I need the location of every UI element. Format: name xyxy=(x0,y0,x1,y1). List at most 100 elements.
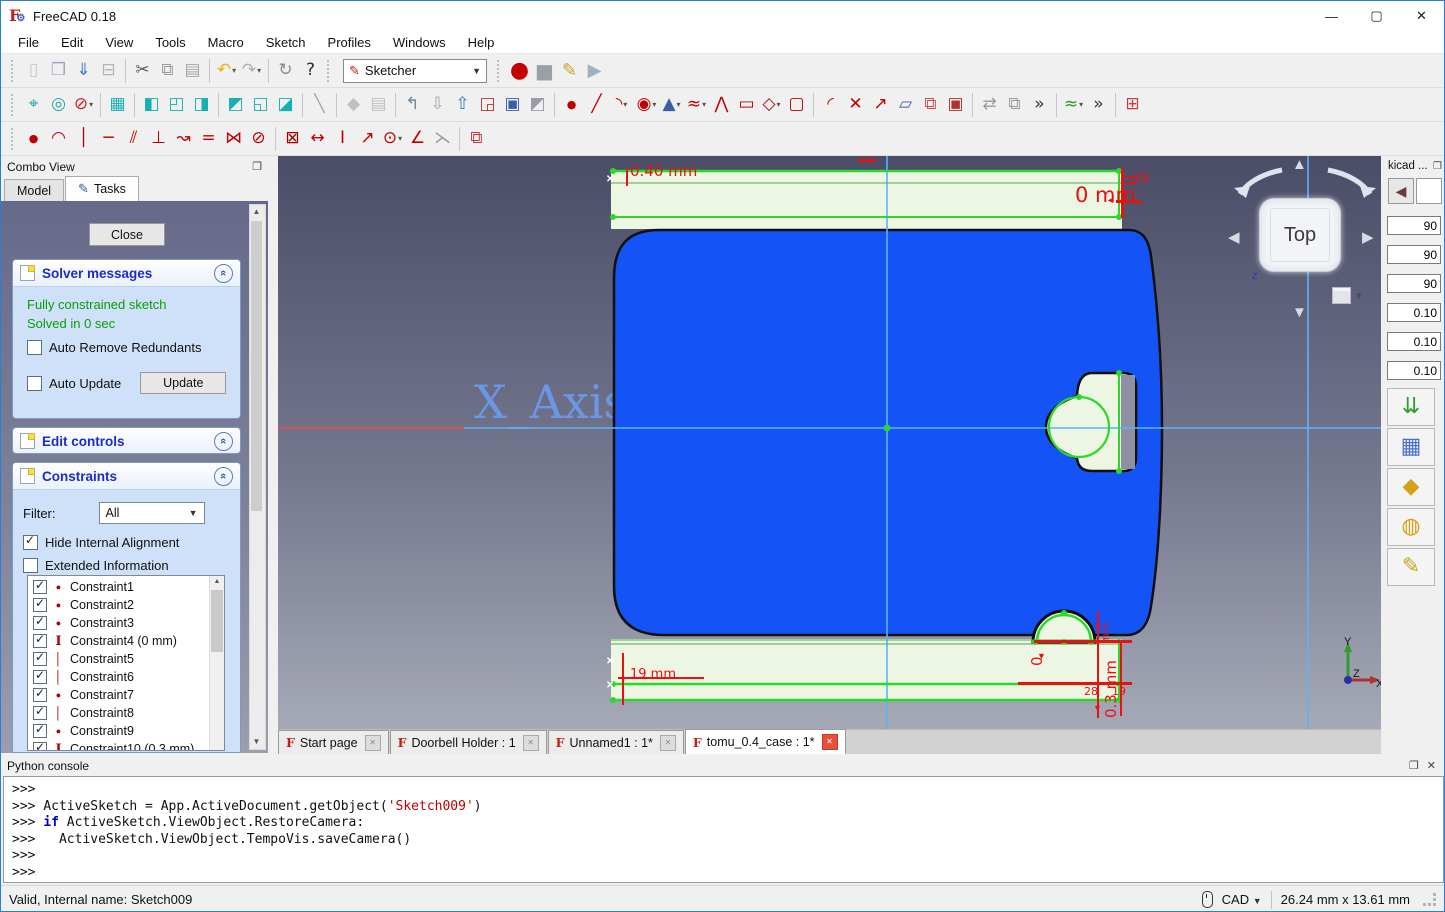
constraint-checkbox[interactable] xyxy=(33,634,47,648)
auto-remove-redundants-checkbox[interactable] xyxy=(27,340,42,355)
scrollbar-thumb[interactable] xyxy=(211,590,223,652)
toolbar-grip[interactable] xyxy=(11,128,17,150)
close-window-button[interactable]: ✕ xyxy=(1399,1,1444,31)
open-file-icon[interactable]: ❒ xyxy=(46,58,71,84)
constrain-horizontal-distance-icon[interactable]: ↔ xyxy=(305,126,330,152)
collapse-icon[interactable]: « xyxy=(214,432,233,451)
menu-tools[interactable]: Tools xyxy=(144,33,196,52)
redo-icon[interactable]: ↷▾ xyxy=(239,58,264,84)
kicad-field-6[interactable] xyxy=(1387,361,1441,380)
save-file-icon[interactable]: ⇓ xyxy=(71,58,96,84)
export-step-icon[interactable]: ◍ xyxy=(1387,508,1435,546)
collapse-icon[interactable]: « xyxy=(214,264,233,283)
view-top-icon[interactable]: ◰ xyxy=(164,92,189,118)
kicad-field-4[interactable] xyxy=(1387,303,1441,322)
view-left-icon[interactable]: ◪ xyxy=(273,92,298,118)
float-panel-icon[interactable]: ❐ xyxy=(1409,759,1419,772)
zoom-selection-icon[interactable]: ◎ xyxy=(46,92,71,118)
dimension-label[interactable]: 0.40 mm xyxy=(630,164,697,179)
view-rear-icon[interactable]: ◩ xyxy=(223,92,248,118)
constraint-item[interactable]: │Constraint5 xyxy=(28,650,210,668)
export-sketch-icon[interactable]: ⇧ xyxy=(450,92,475,118)
menu-file[interactable]: File xyxy=(7,33,50,52)
rotate-right-icon[interactable]: ▶ xyxy=(1362,228,1374,246)
kicad-field-3[interactable] xyxy=(1387,274,1441,293)
menu-sketch[interactable]: Sketch xyxy=(255,33,317,52)
whats-this-icon[interactable]: ? xyxy=(298,58,323,84)
constraint-item[interactable]: IConstraint4 (0 mm) xyxy=(28,632,210,650)
constraint-item[interactable]: │Constraint6 xyxy=(28,668,210,686)
constraint-item[interactable]: ●Constraint9 xyxy=(28,722,210,740)
menu-profiles[interactable]: Profiles xyxy=(317,33,382,52)
toolbar-grip[interactable] xyxy=(327,60,333,82)
solver-messages-header[interactable]: Solver messages « xyxy=(13,260,240,287)
macro-stop-icon[interactable]: ■ xyxy=(532,58,557,84)
macro-play-icon[interactable]: ▶ xyxy=(582,58,607,84)
menu-windows[interactable]: Windows xyxy=(382,33,457,52)
sketcher-tools-overflow-icon[interactable]: » xyxy=(1027,92,1052,118)
constrain-radius-icon[interactable]: ⊙▾ xyxy=(380,126,405,152)
constrain-symmetric-icon[interactable]: ⋈ xyxy=(221,126,246,152)
hide-internal-alignment-checkbox[interactable] xyxy=(23,535,38,550)
scrollbar-thumb[interactable] xyxy=(251,221,262,511)
load-3d-model-icon[interactable]: ▦ xyxy=(1387,428,1435,466)
constraint-checkbox[interactable] xyxy=(33,706,47,720)
kicad-back-button[interactable]: ◀ xyxy=(1388,178,1414,204)
document-tab-unnamed1-1[interactable]: FUnnamed1 : 1*✕ xyxy=(548,730,684,754)
collapse-icon[interactable]: « xyxy=(214,467,233,486)
edit-settings-icon[interactable]: ✎ xyxy=(1387,548,1435,586)
view-isometric-icon[interactable]: ▦ xyxy=(105,92,130,118)
constraint-checkbox[interactable] xyxy=(33,580,47,594)
x-axis-datum-label[interactable]: X_Axis xyxy=(474,375,627,429)
create-part-icon[interactable]: ◆ xyxy=(341,92,366,118)
clone-icon[interactable]: ⧉ xyxy=(1002,92,1027,118)
minimize-button[interactable]: — xyxy=(1309,1,1354,31)
constrain-vertical-distance-icon[interactable]: I xyxy=(330,126,355,152)
nav-style-selector[interactable]: CAD ▼ xyxy=(1222,892,1262,907)
constrain-coincident-icon[interactable]: ● xyxy=(21,126,46,152)
macro-edit-icon[interactable]: ✎ xyxy=(557,58,582,84)
toolbar-grip[interactable] xyxy=(11,60,17,82)
view-front-icon[interactable]: ◧ xyxy=(139,92,164,118)
kicad-field-5[interactable] xyxy=(1387,332,1441,351)
menu-view[interactable]: View xyxy=(94,33,144,52)
print-icon[interactable]: ⊟ xyxy=(96,58,121,84)
create-polygon-icon[interactable]: ◇▾ xyxy=(759,92,784,118)
kicad-blank-button[interactable] xyxy=(1416,178,1442,204)
constraint-list-scrollbar[interactable]: ▲ xyxy=(209,576,224,750)
resize-grip[interactable] xyxy=(1423,893,1436,906)
close-task-button[interactable]: Close xyxy=(89,223,165,246)
tab-model[interactable]: Model xyxy=(4,179,64,201)
constraint-checkbox[interactable] xyxy=(33,670,47,684)
menu-macro[interactable]: Macro xyxy=(197,33,255,52)
dimension-label[interactable]: 0 xyxy=(1030,656,1045,666)
dimension-label[interactable]: mm xyxy=(1100,623,1111,644)
close-panel-icon[interactable]: ✕ xyxy=(1427,759,1436,772)
new-file-icon[interactable]: ▯ xyxy=(21,58,46,84)
bspline-overflow-icon[interactable]: » xyxy=(1086,92,1111,118)
create-slot-icon[interactable]: ▢ xyxy=(784,92,809,118)
tab-close-icon[interactable]: ✕ xyxy=(660,735,676,751)
menu-help[interactable]: Help xyxy=(457,33,506,52)
view-bottom-icon[interactable]: ◱ xyxy=(248,92,273,118)
constrain-horizontal-icon[interactable]: ─ xyxy=(96,126,121,152)
symmetry-icon[interactable]: ⇄ xyxy=(977,92,1002,118)
refresh-icon[interactable]: ↻ xyxy=(273,58,298,84)
document-tab-doorbell-holder-1[interactable]: FDoorbell Holder : 1✕ xyxy=(390,730,547,754)
nav-cube-top-face[interactable]: Top xyxy=(1259,198,1341,272)
maximize-button[interactable]: ▢ xyxy=(1354,1,1399,31)
leave-sketch-icon[interactable]: ↰ xyxy=(400,92,425,118)
measure-distance-icon[interactable]: ╲ xyxy=(307,92,332,118)
switch-virtual-space-icon[interactable]: ⊞ xyxy=(1120,92,1145,118)
create-conic-icon[interactable]: ▲▾ xyxy=(659,92,684,118)
document-tab-start-page[interactable]: FStart page✕ xyxy=(278,730,389,754)
constrain-vertical-icon[interactable]: │ xyxy=(71,126,96,152)
constrain-perpendicular-icon[interactable]: ⊥ xyxy=(146,126,171,152)
constrain-distance-icon[interactable]: ↗ xyxy=(355,126,380,152)
workbench-selector[interactable]: ✎ Sketcher ▼ xyxy=(343,59,487,83)
create-arc-icon[interactable]: ◝▾ xyxy=(609,92,634,118)
constrain-block-icon[interactable]: ⊘ xyxy=(246,126,271,152)
kicad-field-1[interactable] xyxy=(1387,216,1441,235)
dimension-label[interactable]: 28 xyxy=(1084,686,1098,697)
rotate-left-icon[interactable]: ◀ xyxy=(1228,228,1240,246)
